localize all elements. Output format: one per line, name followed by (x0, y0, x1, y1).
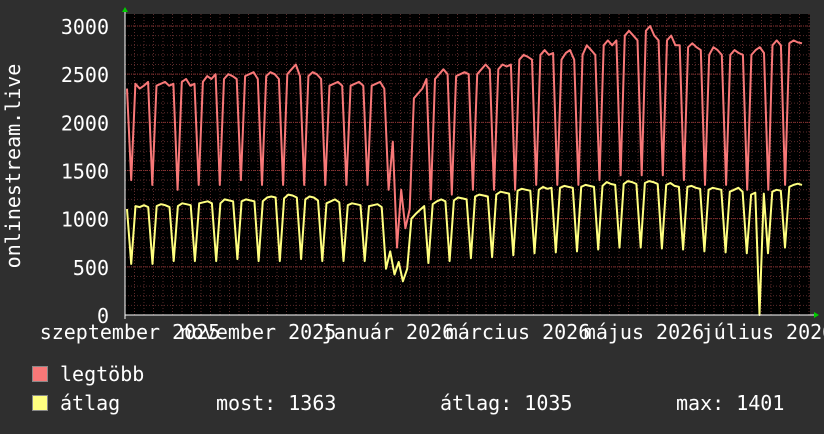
stat-max: max: 1401 (676, 391, 785, 415)
y-tick-label: 2500 (61, 63, 109, 87)
y-tick-label: 2000 (61, 111, 109, 135)
chart: 0 500 1000 1500 2000 2500 3000 szeptember 2025 n… (0, 0, 824, 430)
legend-swatch-avg (32, 395, 48, 411)
x-tick-label: november 2025 (180, 320, 337, 344)
stat-now: most: 1363 (216, 391, 337, 415)
legend-item-avg: átlag most: 1363 átlag: 1035 max: 1401 (32, 391, 812, 415)
legend-label-avg: átlag (60, 391, 121, 415)
legend-swatch-max (32, 366, 48, 382)
legend-label-max: legtöbb (60, 362, 145, 386)
y-axis-arrow (122, 7, 128, 12)
legend-item-max: legtöbb (32, 362, 144, 386)
y-tick-label: 500 (73, 256, 109, 280)
y-axis-label: onlinestream.live (1, 64, 25, 269)
y-tick-label: 1000 (61, 208, 109, 232)
x-tick-label: július 2026 (702, 320, 824, 344)
x-tick-label: március 2026 (446, 320, 591, 344)
y-tick-label: 1500 (61, 160, 109, 184)
x-axis-arrow (814, 312, 819, 318)
x-tick-label: január 2026 (322, 320, 454, 344)
stat-avg: átlag: 1035 (440, 391, 573, 415)
x-tick-label: május 2026 (584, 320, 704, 344)
y-tick-label: 3000 (61, 15, 109, 39)
